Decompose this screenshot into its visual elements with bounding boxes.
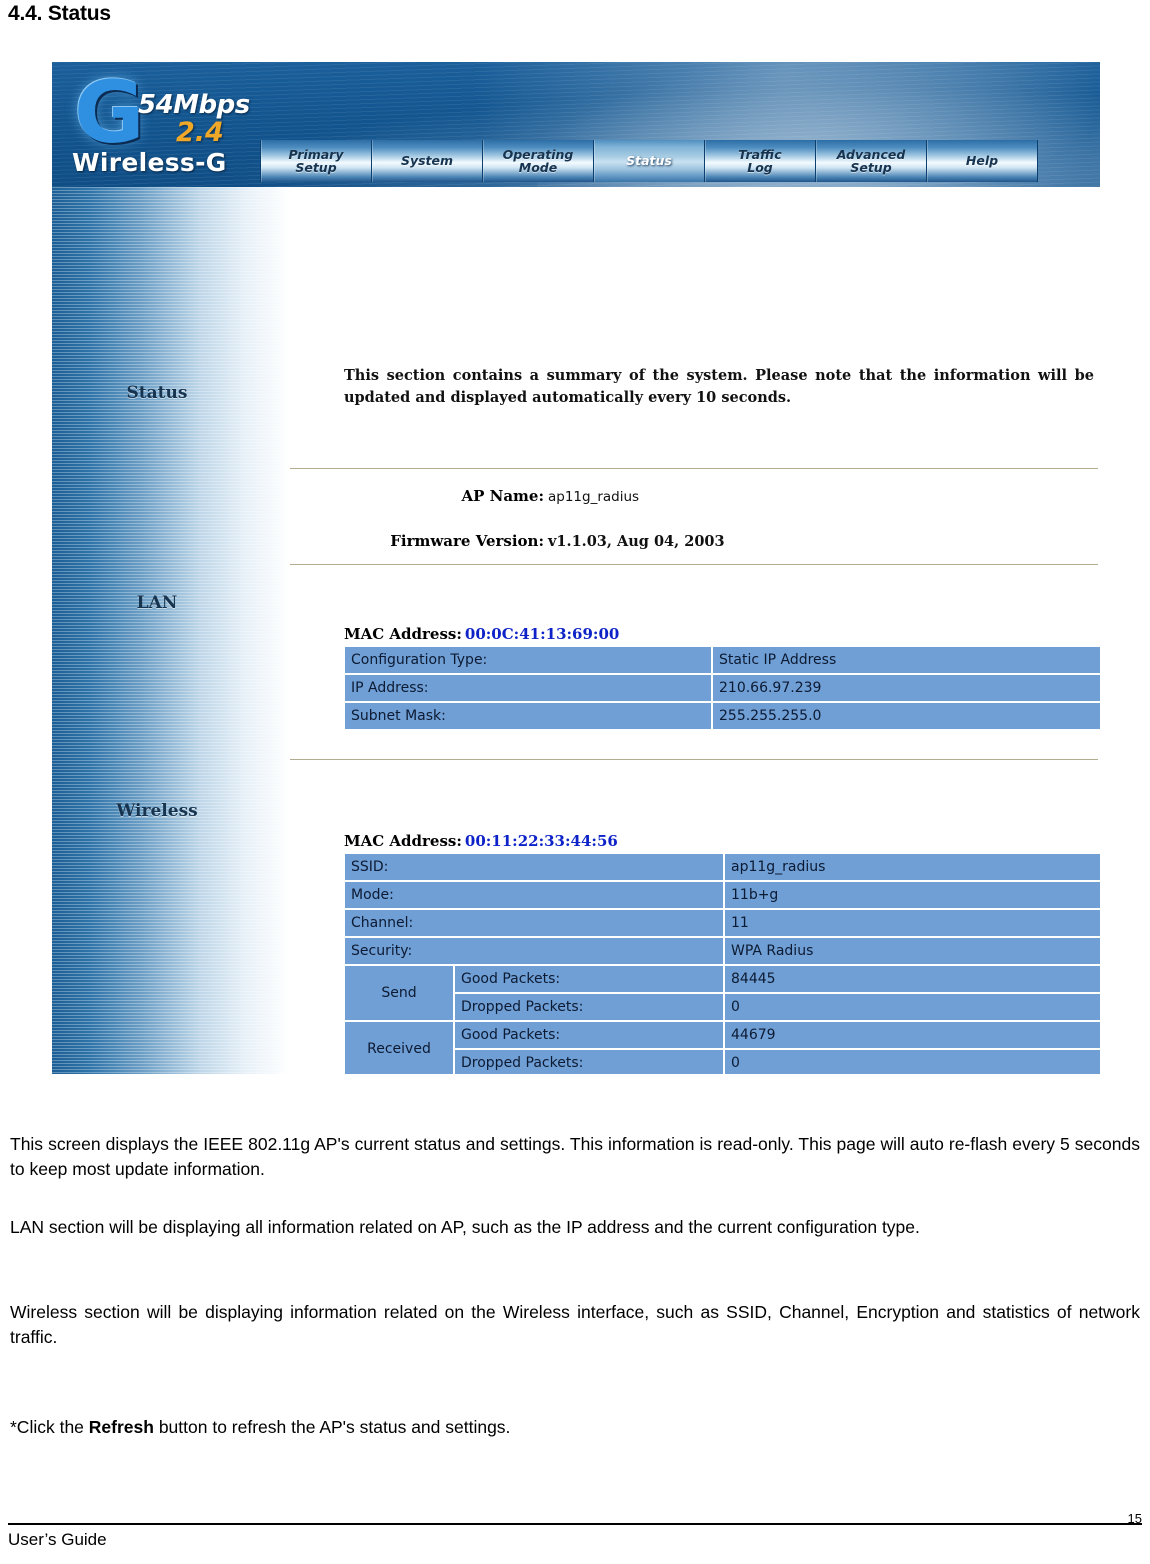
cell-label: Dropped Packets: xyxy=(454,1049,724,1074)
table-row: SSID: ap11g_radius xyxy=(344,853,1100,881)
section-divider xyxy=(290,759,1098,760)
firmware-version-row: Firmware Version: v1.1.03, Aug 04, 2003 xyxy=(290,532,730,550)
footer-divider xyxy=(8,1523,1142,1525)
wireless-mac-address-row: MAC Address: 00:11:22:33:44:56 xyxy=(344,832,618,850)
nav-tab-label: Traffic Log xyxy=(738,146,782,175)
logo-speed-text: 54Mbps xyxy=(138,90,250,120)
nav-tab-advanced-setup[interactable]: Advanced Setup xyxy=(816,140,927,182)
nav-tab-traffic-log[interactable]: Traffic Log xyxy=(705,140,816,182)
lan-info-table: Configuration Type: Static IP Address IP… xyxy=(344,646,1100,730)
cell-value: 255.255.255.0 xyxy=(712,702,1100,730)
table-row: Mode: 11b+g xyxy=(344,881,1100,909)
cell-label: Channel: xyxy=(344,909,724,937)
nav-tab-help[interactable]: Help xyxy=(927,140,1038,182)
table-row: Subnet Mask: 255.255.255.0 xyxy=(344,702,1100,730)
table-row: Received Good Packets: 44679 xyxy=(344,1021,1100,1074)
nav-tab-label: Primary Setup xyxy=(288,146,344,175)
cell-label: Security: xyxy=(344,937,724,965)
ap-name-value: ap11g_radius xyxy=(548,489,640,505)
ui-header-banner: G 54Mbps 2.4 Wireless-G Primary Setup Sy… xyxy=(52,62,1100,187)
firmware-version-label: Firmware Version: xyxy=(390,532,544,550)
ap-name-row: AP Name: ap11g_radius xyxy=(290,487,730,505)
main-navigation: Primary Setup System Operating Mode Stat… xyxy=(260,140,1038,182)
router-ui-screenshot: G 54Mbps 2.4 Wireless-G Primary Setup Sy… xyxy=(52,62,1100,1074)
cell-value: 210.66.97.239 xyxy=(712,674,1100,702)
table-row: IP Address: 210.66.97.239 xyxy=(344,674,1100,702)
cell-value: 44679 xyxy=(724,1021,1100,1049)
nav-tab-status[interactable]: Status xyxy=(594,140,705,182)
traffic-group-send: Send xyxy=(344,965,454,1021)
cell-label: SSID: xyxy=(344,853,724,881)
cell-value: ap11g_radius xyxy=(724,853,1100,881)
ui-body: Status LAN Wireless This section contain… xyxy=(52,187,1100,1074)
refresh-note-prefix: *Click the xyxy=(10,1417,89,1437)
nav-tab-system[interactable]: System xyxy=(372,140,483,182)
section-divider xyxy=(290,564,1098,565)
lan-mac-address-value: 00:0C:41:13:69:00 xyxy=(464,625,620,643)
paragraph-wireless: Wireless section will be displaying info… xyxy=(10,1302,1140,1347)
sidebar-section-lan: LAN xyxy=(136,593,178,613)
table-row: Send Good Packets: 84445 xyxy=(344,965,1100,1021)
status-description: This section contains a summary of the s… xyxy=(344,367,1094,406)
cell-label: Good Packets: xyxy=(454,965,724,993)
lan-mac-address-label: MAC Address: xyxy=(344,625,462,643)
nav-tab-label: Advanced Setup xyxy=(836,146,906,175)
nav-tab-operating-mode[interactable]: Operating Mode xyxy=(483,140,594,182)
paragraph-lan: LAN section will be displaying all infor… xyxy=(10,1217,920,1237)
logo-g-glyph: G xyxy=(74,63,145,163)
wireless-mac-address-value: 00:11:22:33:44:56 xyxy=(464,832,618,850)
cell-value: 0 xyxy=(724,1049,1100,1074)
wireless-info-table: SSID: ap11g_radius Mode: 11b+g Channel: … xyxy=(344,853,1100,1074)
cell-value: Static IP Address xyxy=(712,646,1100,674)
logo-product-text: Wireless-G xyxy=(72,148,227,177)
paragraph-overview: This screen displays the IEEE 802.11g AP… xyxy=(10,1134,1140,1179)
sidebar-section-wireless: Wireless xyxy=(116,801,198,821)
traffic-group-received: Received xyxy=(344,1021,454,1074)
sidebar-section-status: Status xyxy=(126,383,188,403)
table-row: Security: WPA Radius xyxy=(344,937,1100,965)
refresh-note-suffix: button to refresh the AP's status and se… xyxy=(153,1417,511,1437)
wireless-mac-address-label: MAC Address: xyxy=(344,832,462,850)
nav-tab-label: System xyxy=(400,153,454,169)
refresh-note-emphasis: Refresh xyxy=(88,1417,154,1437)
cell-label: Dropped Packets: xyxy=(454,993,724,1021)
cell-value: 11 xyxy=(724,909,1100,937)
cell-value: WPA Radius xyxy=(724,937,1100,965)
ui-sidebar: Status LAN Wireless xyxy=(52,187,290,1074)
cell-label: IP Address: xyxy=(344,674,712,702)
ui-content: This section contains a summary of the s… xyxy=(290,187,1100,1074)
logo-band-text: 2.4 xyxy=(176,117,224,148)
section-divider xyxy=(290,468,1098,469)
firmware-version-value: v1.1.03, Aug 04, 2003 xyxy=(548,533,725,550)
table-row: Configuration Type: Static IP Address xyxy=(344,646,1100,674)
ap-name-label: AP Name: xyxy=(461,487,544,505)
nav-tab-primary-setup[interactable]: Primary Setup xyxy=(260,140,372,182)
cell-label: Configuration Type: xyxy=(344,646,712,674)
table-row: Dropped Packets: 0 xyxy=(344,1049,1100,1074)
nav-tab-label: Status xyxy=(626,153,672,169)
cell-label: Subnet Mask: xyxy=(344,702,712,730)
page-number: 15 xyxy=(1127,1511,1142,1526)
paragraph-refresh-note: *Click the Refresh button to refresh the… xyxy=(10,1415,1140,1440)
nav-tab-label: Operating Mode xyxy=(502,146,574,175)
table-row: Dropped Packets: 0 xyxy=(344,993,1100,1021)
cell-value: 84445 xyxy=(724,965,1100,993)
cell-label: Mode: xyxy=(344,881,724,909)
footer-label: User’s Guide xyxy=(8,1530,107,1549)
cell-label: Good Packets: xyxy=(454,1021,724,1049)
page-title: 4.4. Status xyxy=(8,2,111,25)
cell-value: 0 xyxy=(724,993,1100,1021)
nav-tab-label: Help xyxy=(965,153,999,169)
table-row: Channel: 11 xyxy=(344,909,1100,937)
cell-value: 11b+g xyxy=(724,881,1100,909)
lan-mac-address-row: MAC Address: 00:0C:41:13:69:00 xyxy=(344,625,619,643)
